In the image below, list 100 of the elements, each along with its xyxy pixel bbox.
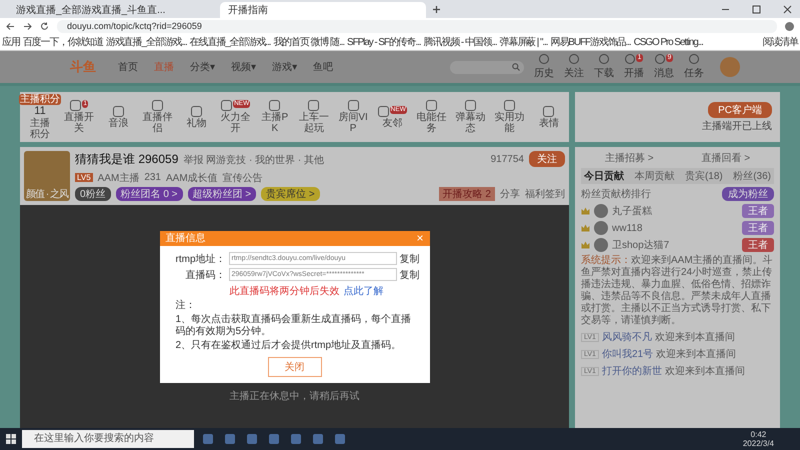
maximize-icon[interactable] — [752, 4, 761, 14]
clock-date: 2022/3/4 — [742, 439, 774, 448]
note-text: 2、只有在鉴权通过后才会提供rtmp地址及直播码。 — [174, 340, 402, 352]
copy-link[interactable]: 复制 — [400, 252, 420, 266]
search-field[interactable] — [450, 60, 524, 74]
rank-tag: 王者 — [742, 204, 774, 218]
bookmark-link[interactable]: CSGO Pro Setting... — [634, 36, 703, 48]
tool-icon[interactable] — [348, 100, 359, 111]
share-link[interactable]: 分享 — [500, 187, 520, 201]
taskbar-search-field[interactable]: 在这里输入你要搜索的内容 — [22, 430, 194, 448]
bookmark-link[interactable]: 游戏直播_全部游戏... — [106, 35, 187, 49]
close-button[interactable]: 关闭 — [268, 356, 322, 376]
header-icon[interactable] — [599, 54, 609, 64]
start-icon[interactable] — [6, 434, 16, 444]
header-icon[interactable] — [539, 54, 549, 64]
chat-message: 欢迎来到本直播间 — [654, 330, 735, 344]
nav-link[interactable]: 首页 — [118, 60, 138, 74]
tool-icon[interactable] — [465, 100, 476, 111]
avatar-caption: 颜值 · 之风 — [26, 188, 68, 201]
forward-icon[interactable] — [23, 22, 32, 30]
bookmark-link[interactable]: 弹幕屏蔽 | "... — [500, 35, 548, 49]
tool-icon[interactable] — [269, 100, 280, 111]
taskbar-app-icon[interactable] — [225, 434, 235, 444]
rank-tab[interactable]: 今日贡献 — [584, 169, 624, 183]
gift-banner[interactable]: 开播攻略 2 — [438, 187, 495, 201]
rank-tab[interactable]: 贵宾(18) — [684, 169, 723, 183]
tool-icon[interactable] — [191, 106, 202, 116]
tool-icon[interactable] — [308, 100, 320, 111]
tool-icon[interactable] — [504, 100, 516, 111]
browser-tab[interactable]: 开播指南 — [220, 2, 426, 18]
tool-icon[interactable] — [152, 100, 163, 111]
reading-list-link[interactable]: 阅读清单 — [762, 35, 798, 49]
browser-tab[interactable]: 游戏直播_全部游戏直播_斗鱼直... — [8, 2, 214, 18]
bookmark-link[interactable]: 我的首页 微博 随... — [273, 35, 344, 49]
room-badge[interactable]: 粉丝团名 0 > — [116, 187, 183, 201]
info-link[interactable]: 点此了解 — [344, 284, 384, 298]
room-badge[interactable]: 超级粉丝团 > — [188, 187, 256, 201]
side-link[interactable]: 主播招募 > — [604, 151, 654, 165]
player-message: 主播正在休息中，请稍后再试 — [230, 390, 360, 402]
tool-icon[interactable] — [426, 100, 437, 111]
bookmark-link[interactable]: SFPlay - SF的传奇... — [347, 35, 421, 49]
user-name: 丸子蛋糕 — [612, 204, 653, 218]
copy-link[interactable]: 复制 — [400, 268, 420, 282]
rank-tag: 王者 — [742, 238, 774, 252]
taskbar-app-icon[interactable] — [313, 434, 323, 444]
level-badge: LV5 — [75, 173, 93, 182]
nav-link[interactable]: 视频▾ — [231, 60, 256, 74]
tool-label: 实用功能 — [494, 112, 526, 134]
taskbar-app-icon[interactable] — [203, 434, 213, 444]
bookmark-link[interactable]: 网易BUFF游戏饰品... — [550, 35, 631, 49]
tool-icon[interactable] — [543, 106, 554, 116]
user-name[interactable]: 风风骑不凡 — [602, 330, 652, 344]
taskbar-app-icon[interactable] — [269, 434, 279, 444]
room-badge[interactable]: 0粉丝 — [75, 187, 111, 201]
close-icon[interactable] — [783, 4, 792, 14]
bookmark-link[interactable]: 在线直播_全部游戏... — [190, 35, 270, 49]
user-name: ww118 — [612, 222, 644, 234]
header-label: 下载 — [594, 66, 614, 80]
header-icon[interactable] — [624, 54, 635, 64]
new-tab-icon[interactable] — [432, 4, 441, 14]
user-name[interactable]: 你叫我21号 — [602, 347, 654, 361]
profile-icon[interactable] — [785, 22, 794, 30]
pc-client-button[interactable]: PC客户端 — [708, 102, 772, 118]
side-link[interactable]: 直播回看 > — [701, 151, 750, 165]
room-stat: 宣传公告 — [222, 172, 263, 184]
nav-link[interactable]: 分类▾ — [190, 60, 216, 74]
room-badge[interactable]: 贵宾席位 > — [261, 187, 320, 201]
nav-link[interactable]: 游戏▾ — [272, 60, 298, 74]
tool-label: 上车一起玩 — [298, 112, 330, 134]
tool-icon[interactable] — [221, 100, 232, 111]
bookmark-link[interactable]: 应用 — [2, 35, 20, 49]
rank-tab[interactable]: 粉丝(36) — [733, 169, 771, 183]
close-icon[interactable]: × — [416, 231, 424, 245]
join-fans-button[interactable]: 成为粉丝 — [722, 187, 774, 201]
taskbar-app-icon[interactable] — [335, 434, 345, 444]
room-stat: 231 — [144, 172, 161, 183]
field-label: 直播码： — [184, 268, 226, 282]
address-bar[interactable]: douyu.com/topic/kctq?rid=296059 — [57, 20, 777, 32]
tool-icon[interactable] — [70, 100, 82, 111]
follow-button[interactable]: 关注 — [529, 151, 565, 167]
bookmark-link[interactable]: 百度一下，你就知道 — [22, 35, 103, 49]
reload-icon[interactable] — [40, 22, 49, 30]
taskbar-app-icon[interactable] — [247, 434, 257, 444]
rank-tab[interactable]: 本周贡献 — [634, 169, 674, 183]
taskbar-app-icon[interactable] — [291, 434, 301, 444]
checkin-link[interactable]: 福利签到 — [525, 187, 565, 201]
follower-count: 917754 — [490, 154, 524, 164]
header-icon[interactable] — [654, 54, 665, 64]
back-icon[interactable] — [6, 22, 15, 30]
tool-icon[interactable] — [378, 106, 389, 116]
header-icon[interactable] — [569, 54, 579, 64]
header-icon[interactable] — [689, 54, 699, 64]
header-label: 关注 — [564, 66, 584, 80]
room-title: 猜猜我是谁 296059 — [75, 151, 178, 168]
bookmark-link[interactable]: 腾讯视频 - 中国领... — [424, 35, 496, 49]
tool-icon[interactable] — [112, 106, 124, 116]
chat-message: 欢迎来到本直播间 — [664, 364, 745, 378]
nav-link[interactable]: 鱼吧 — [313, 60, 334, 74]
user-name: 卫shop达猫7 — [612, 238, 670, 252]
user-name[interactable]: 打开你的新世 — [602, 364, 662, 378]
